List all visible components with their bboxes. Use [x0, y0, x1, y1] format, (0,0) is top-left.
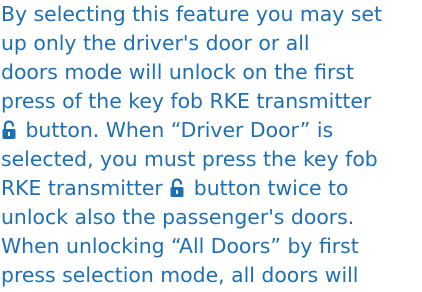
paragraph-line-9: When unlocking “All Doors” by first	[1, 234, 359, 258]
paragraph-line-2: up only the driver's door or all	[1, 31, 310, 55]
unlock-icon	[169, 178, 185, 198]
paragraph-line-6: selected, you must press the key fob	[1, 147, 378, 171]
paragraph-line-1: By selecting this feature you may set	[1, 2, 382, 26]
manual-page: By selecting this feature you may set up…	[0, 0, 422, 292]
paragraph-line-5-text: button. When “Driver Door” is	[19, 118, 334, 142]
unlock-icon	[1, 120, 17, 140]
paragraph-line-5: button. When “Driver Door” is	[1, 116, 422, 145]
paragraph-line-7-text-start: RKE transmitter	[1, 176, 170, 200]
instruction-paragraph: By selecting this feature you may set up…	[1, 0, 422, 290]
paragraph-line-7: RKE transmitter button twice to	[1, 174, 422, 203]
paragraph-line-10: press selection mode, all doors will	[1, 263, 359, 287]
paragraph-line-3: doors mode will unlock on the first	[1, 60, 355, 84]
paragraph-line-8: unlock also the passenger's doors.	[1, 205, 355, 229]
paragraph-line-4: press of the key fob RKE transmitter	[1, 89, 372, 113]
paragraph-line-7-text-end: button twice to	[187, 176, 349, 200]
